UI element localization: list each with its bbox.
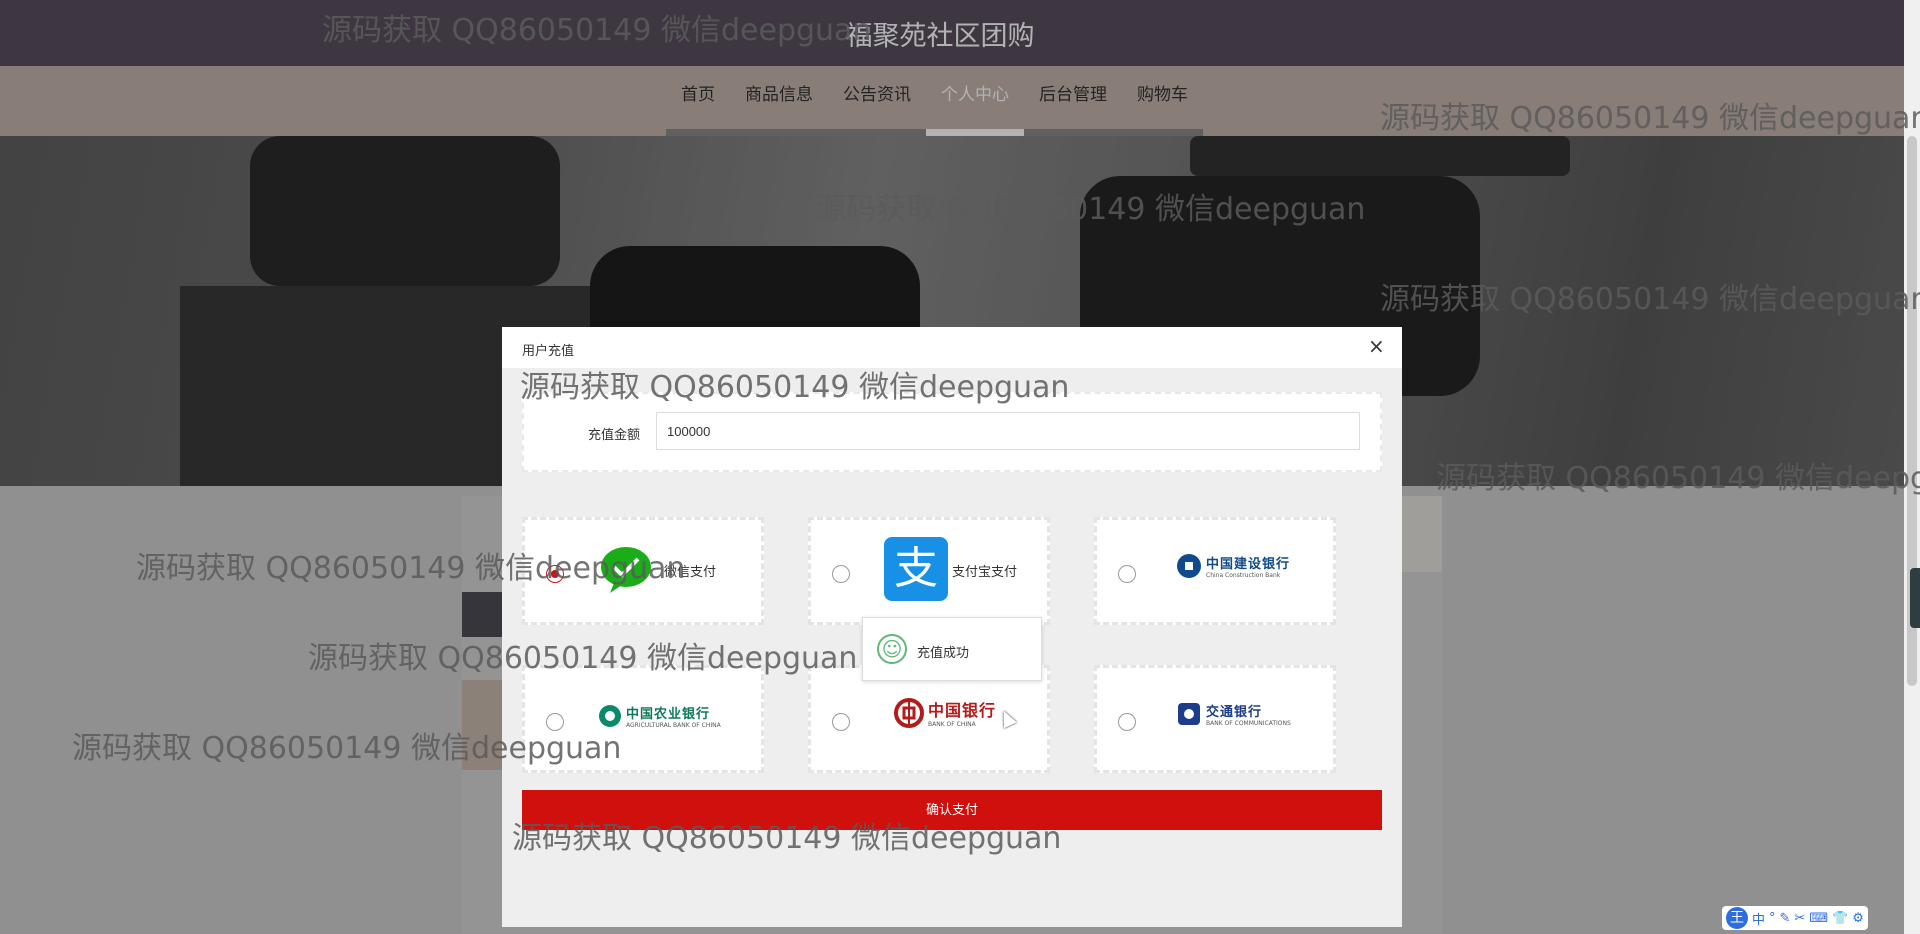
close-icon[interactable]: × (1368, 336, 1385, 356)
pen-icon[interactable]: ✎ (1780, 911, 1791, 926)
radio-boc[interactable] (832, 713, 850, 731)
radio-abc[interactable] (546, 713, 564, 731)
pay-option-alipay[interactable]: 支 支付宝支付 (808, 517, 1050, 625)
radio-alipay[interactable] (832, 565, 850, 583)
page-scrollbar[interactable] (1904, 0, 1920, 934)
pay-option-wechat[interactable]: 微信支付 (522, 517, 764, 625)
radio-ccb[interactable] (1118, 565, 1136, 583)
scissors-icon[interactable]: ✂ (1794, 911, 1805, 926)
amount-label: 充值金额 (587, 428, 640, 443)
wechat-pay-label: 微信支付 (664, 565, 717, 580)
alipay-icon: 支 (884, 537, 948, 601)
ime-toolbar[interactable]: 王 中 ° ✎ ✂ ⌨ 👕 ⚙ (1722, 906, 1868, 930)
radio-bocom[interactable] (1118, 713, 1136, 731)
success-toast: ☺ 充值成功 (862, 617, 1042, 681)
amount-input[interactable] (656, 412, 1360, 450)
dialog-header: 用户充值 × (502, 327, 1402, 369)
dialog-title: 用户充值 (522, 344, 575, 359)
skin-icon[interactable]: 👕 (1832, 911, 1848, 926)
smile-icon: ☺ (877, 634, 907, 664)
bocom-logo-icon: 交通银行 BANK OF COMMUNICATIONS (1176, 701, 1291, 727)
boc-logo-icon: 中国银行 BANK OF CHINA (894, 697, 996, 728)
ime-logo-icon[interactable]: 王 (1726, 907, 1748, 929)
pay-option-bocom[interactable]: 交通银行 BANK OF COMMUNICATIONS (1094, 665, 1336, 773)
toast-text: 充值成功 (917, 646, 970, 661)
pay-option-ccb[interactable]: 中国建设银行 China Construction Bank (1094, 517, 1336, 625)
amount-form: 充值金额 (522, 392, 1382, 472)
side-widget[interactable] (1910, 568, 1920, 628)
confirm-pay-button[interactable]: 确认支付 (522, 790, 1382, 830)
ime-mode-toggle[interactable]: 中 (1752, 909, 1765, 928)
abc-logo-icon: 中国农业银行 AGRICULTURAL BANK OF CHINA (598, 703, 721, 729)
settings-icon[interactable]: ⚙ (1852, 911, 1864, 926)
alipay-label: 支付宝支付 (952, 565, 1018, 580)
radio-wechat[interactable] (546, 565, 564, 583)
keyboard-icon[interactable]: ⌨ (1809, 911, 1828, 926)
ccb-logo-icon: 中国建设银行 China Construction Bank (1176, 553, 1290, 579)
punctuation-icon[interactable]: ° (1769, 911, 1776, 926)
wechat-pay-icon (601, 547, 651, 593)
pay-option-abc[interactable]: 中国农业银行 AGRICULTURAL BANK OF CHINA (522, 665, 764, 773)
